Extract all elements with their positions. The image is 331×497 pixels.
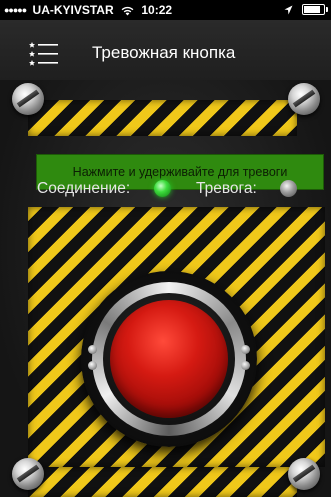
status-bar: ●●●●● UA-KYIVSTAR 10:22 (0, 0, 331, 20)
connection-label: Соединение: (37, 180, 131, 197)
bolt-icon (12, 83, 44, 115)
rivet-icon (241, 345, 250, 354)
rivet-icon (88, 361, 97, 370)
status-time: 10:22 (141, 3, 173, 17)
menu-list-icon (29, 42, 58, 66)
hazard-stripes-bottom (28, 467, 297, 497)
screen: ●●●●● UA-KYIVSTAR 10:22 Тревожная кнопка… (0, 0, 331, 497)
alarm-button[interactable] (110, 300, 228, 418)
alarm-indicator-icon (280, 180, 297, 197)
bolt-icon (288, 458, 320, 490)
wifi-icon (121, 5, 134, 19)
status-right (284, 4, 328, 18)
battery-icon (302, 4, 328, 15)
alarm-label: Тревога: (196, 180, 257, 197)
hazard-stripes-top (28, 100, 297, 136)
rivet-icon (241, 361, 250, 370)
menu-button[interactable] (29, 41, 59, 67)
nav-bar: Тревожная кнопка (0, 20, 331, 80)
bolt-icon (288, 83, 320, 115)
bolt-icon (12, 458, 44, 490)
connection-indicator-icon (154, 180, 171, 197)
carrier-name: UA-KYIVSTAR (32, 3, 114, 17)
signal-strength-icon: ●●●●● (4, 5, 27, 15)
location-arrow-icon (284, 4, 293, 18)
rivet-icon (88, 345, 97, 354)
battery-level (304, 6, 320, 13)
page-title: Тревожная кнопка (92, 43, 236, 62)
status-left: ●●●●● UA-KYIVSTAR 10:22 (4, 3, 172, 19)
